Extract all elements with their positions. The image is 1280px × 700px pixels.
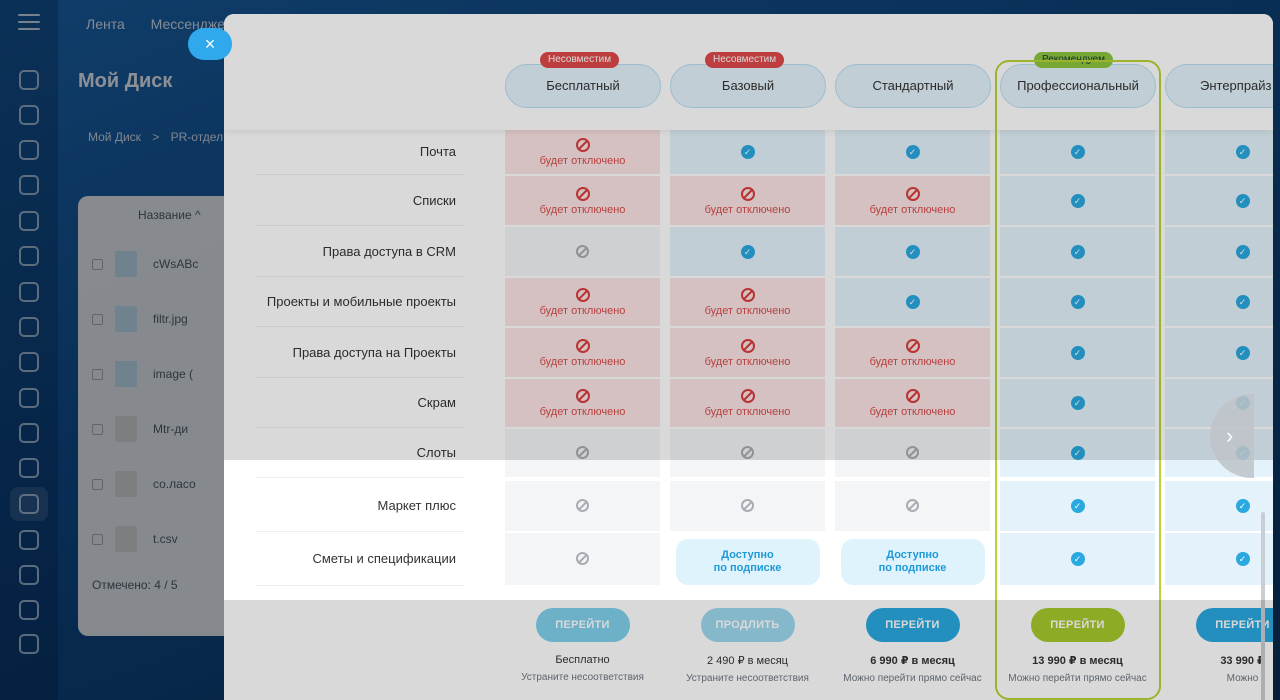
close-icon: × [204,34,216,54]
feature-cell [670,481,825,531]
included-check-icon: ✓ [1235,499,1250,513]
subscription-text-line1: Доступно [886,549,939,561]
available-by-subscription-badge[interactable]: Доступно по подписке [675,539,820,585]
feature-cell [505,481,660,531]
feature-label: Сметы и спецификации [312,551,456,566]
row-divider [256,531,464,532]
unavailable-icon [741,499,754,512]
feature-cell: ✓ [1165,481,1273,531]
feature-label: Маркет плюс [377,498,456,513]
feature-cell: Доступно по подписке [670,533,825,585]
available-by-subscription-badge[interactable]: Доступно по подписке [840,539,985,585]
subscription-text-line2: по подписке [878,562,947,574]
feature-row: Маркет плюс ✓ ✓ [224,481,1273,532]
included-check-icon: ✓ [1070,499,1085,513]
feature-cell: ✓ [1165,533,1273,585]
feature-cell: ✓ [1000,533,1155,585]
feature-cell [835,481,990,531]
feature-cell: ✓ [1000,481,1155,531]
plan-comparison-slider: Несовместим Бесплатный Несовместим Базов… [224,14,1273,700]
subscription-text-line2: по подписке [713,562,782,574]
focus-dim-top [224,14,1273,460]
feature-cell: Доступно по подписке [835,533,990,585]
close-slider-button[interactable]: × [188,28,232,60]
row-divider [256,477,464,478]
feature-row: Сметы и спецификации Доступно по подписке Д… [224,533,1273,586]
unavailable-icon [576,552,589,565]
unavailable-icon [576,499,589,512]
included-check-icon: ✓ [1235,552,1250,566]
unavailable-icon [906,499,919,512]
focus-dim-bottom [224,600,1273,700]
row-divider [256,585,464,586]
subscription-text-line1: Доступно [721,549,774,561]
feature-cell [505,533,660,585]
included-check-icon: ✓ [1070,552,1085,566]
